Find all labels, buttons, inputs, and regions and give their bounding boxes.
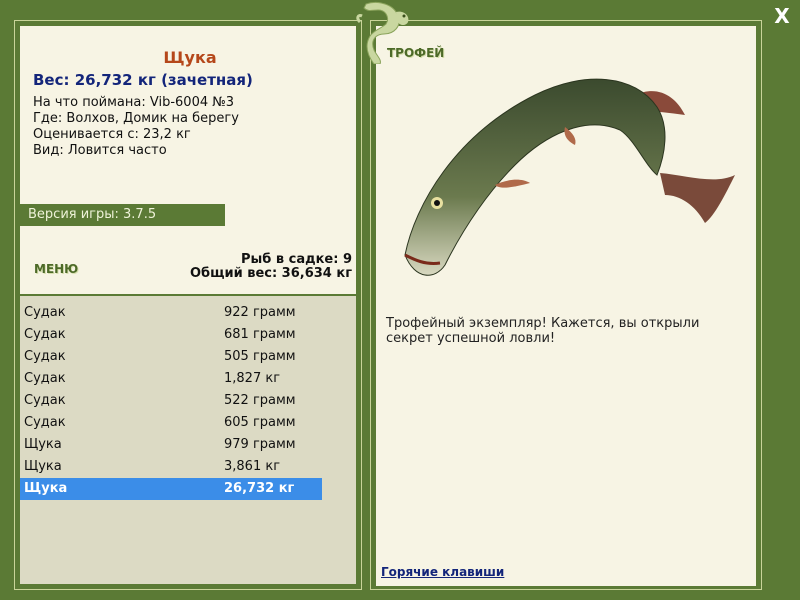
catch-name: Судак	[24, 305, 66, 320]
catch-row[interactable]: Судак 681 грамм	[20, 324, 322, 346]
catch-row[interactable]: Щука 26,732 кг	[20, 478, 322, 500]
fish-kind: Вид: Ловится часто	[33, 143, 167, 158]
list-divider	[20, 294, 356, 296]
trophy-description: Трофейный экземпляр! Кажется, вы открыли…	[386, 316, 700, 346]
game-version: Версия игры: 3.7.5	[18, 204, 225, 226]
catch-name: Щука	[24, 437, 62, 452]
fish-location: Где: Волхов, Домик на берегу	[33, 111, 239, 126]
catch-weight: 979 грамм	[224, 437, 296, 452]
catch-name: Судак	[24, 371, 66, 386]
catch-row[interactable]: Судак 522 грамм	[20, 390, 322, 412]
catch-name: Щука	[24, 481, 68, 496]
total-weight: Общий вес: 36,634 кг	[189, 266, 352, 281]
fish-weight: Вес: 26,732 кг (зачетная)	[33, 71, 253, 89]
catch-weight: 522 грамм	[224, 393, 296, 408]
catch-row[interactable]: Щука 979 грамм	[20, 434, 322, 456]
catch-list: Судак 922 грамм Судак 681 грамм Судак 505 гра…	[20, 302, 322, 500]
catch-name: Судак	[24, 349, 66, 364]
catch-name: Судак	[24, 393, 66, 408]
close-button[interactable]: X	[772, 6, 792, 26]
catch-weight: 922 грамм	[224, 305, 296, 320]
catch-weight: 605 грамм	[224, 415, 296, 430]
keepnet-count: Рыб в садке: 9	[240, 252, 352, 267]
catch-weight: 1,827 кг	[224, 371, 281, 386]
catch-weight: 3,861 кг	[224, 459, 281, 474]
fish-estimated: Оценивается с: 23,2 кг	[33, 127, 191, 142]
fish-title: Щука	[163, 48, 217, 67]
pike-image	[404, 78, 735, 276]
fish-bait: На что поймана: Vib-6004 №3	[33, 95, 235, 110]
catch-weight: 505 грамм	[224, 349, 296, 364]
catch-row[interactable]: Судак 922 грамм	[20, 302, 322, 324]
catch-row[interactable]: Судак 505 грамм	[20, 346, 322, 368]
catch-name: Щука	[24, 459, 62, 474]
catch-name: Судак	[24, 415, 66, 430]
catch-row[interactable]: Судак 1,827 кг	[20, 368, 322, 390]
catch-weight: 26,732 кг	[224, 481, 295, 496]
catch-name: Судак	[24, 327, 66, 342]
hotkeys-link[interactable]: Горячие клавиши	[381, 565, 504, 579]
menu-button[interactable]: МЕНЮ	[34, 262, 78, 276]
catch-row[interactable]: Щука 3,861 кг	[20, 456, 322, 478]
catch-weight: 681 грамм	[224, 327, 296, 342]
catch-row[interactable]: Судак 605 грамм	[20, 412, 322, 434]
